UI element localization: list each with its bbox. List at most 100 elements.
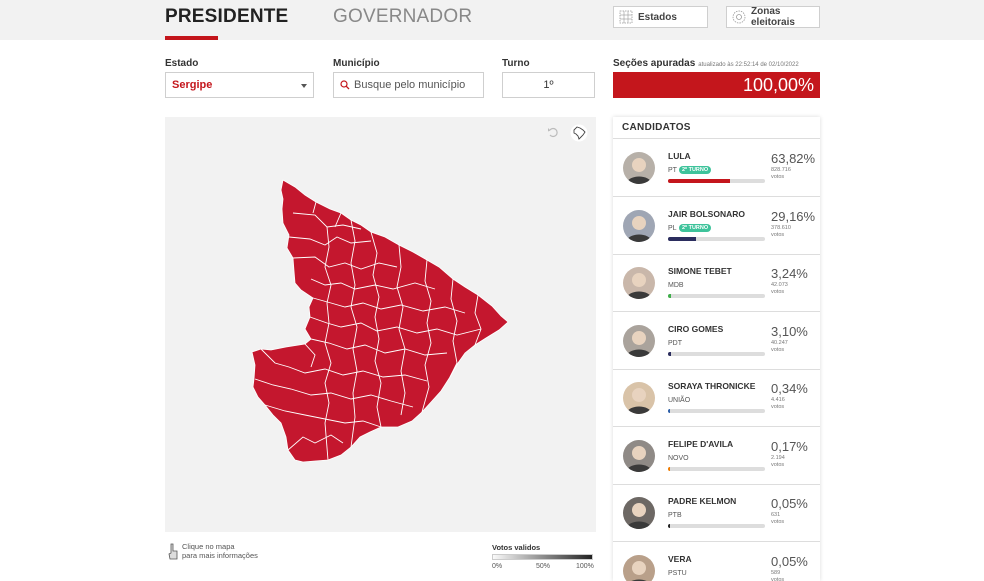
sergipe-map[interactable] <box>165 117 596 532</box>
undo-icon[interactable] <box>547 126 559 138</box>
grid-icon <box>619 10 633 24</box>
candidate-vote-bar-fill <box>668 351 671 356</box>
candidate-avatar <box>623 439 655 472</box>
legend-max: 100% <box>576 563 594 570</box>
legend-mid: 50% <box>536 563 551 570</box>
candidate-row[interactable]: SIMONE TEBET MDB 3,24% 42.073 votos <box>613 255 820 312</box>
candidate-avatar <box>623 497 655 529</box>
candidate-vote-bar <box>668 351 765 356</box>
second-round-badge: 2º TURNO <box>679 166 712 174</box>
hand-pointer-icon <box>168 543 178 560</box>
zones-icon <box>732 10 746 24</box>
person-icon <box>623 439 655 472</box>
candidate-votes-label: votos <box>771 461 785 468</box>
candidate-percentage: 0,05% <box>771 496 808 511</box>
legend-min: 0% <box>492 563 503 570</box>
legend-gradient <box>492 554 593 560</box>
candidate-percentage: 29,16% <box>771 208 816 224</box>
candidate-avatar <box>623 267 655 299</box>
candidate-avatar <box>623 209 655 242</box>
estados-button-label: Estados <box>638 11 677 23</box>
chevron-down-icon <box>301 84 307 88</box>
map-hint-line2: para mais informações <box>182 551 258 560</box>
candidate-percentage: 0,34% <box>771 381 808 396</box>
candidate-name: SIMONE TEBET <box>668 266 732 276</box>
active-tab-indicator <box>165 36 218 40</box>
candidate-row[interactable]: PADRE KELMON PTB 0,05% 631 votos <box>613 485 820 542</box>
candidate-votes-count: 828.716 <box>771 167 791 173</box>
candidate-avatar <box>623 324 655 357</box>
candidate-votes: 589 votos <box>771 570 784 581</box>
candidate-vote-bar <box>668 236 765 241</box>
candidate-vote-bar <box>668 466 765 471</box>
secoes-label: Seções apuradas atualizado às 22:52:14 de… <box>613 58 799 69</box>
top-bar <box>0 0 984 40</box>
map-panel[interactable] <box>165 117 596 532</box>
candidate-votes-label: votos <box>771 404 785 410</box>
tab-presidente[interactable]: PRESIDENTE <box>165 6 288 28</box>
person-icon <box>623 497 655 529</box>
municipio-placeholder: Busque pelo município <box>354 79 466 91</box>
candidate-name: PADRE KELMON <box>668 496 737 506</box>
candidate-name: LULA <box>668 151 691 161</box>
candidate-row[interactable]: VERA PSTU 0,05% 589 votos <box>613 543 820 581</box>
candidates-title: CANDIDATOS <box>613 117 820 139</box>
tab-governador[interactable]: GOVERNADOR <box>333 6 472 28</box>
zonas-eleitorais-button[interactable]: Zonas eleitorais <box>726 6 820 28</box>
candidate-row[interactable]: LULA PT 2º TURNO 63,82% 828.716 votos <box>613 140 820 197</box>
candidate-percentage: 3,10% <box>771 323 808 339</box>
candidate-votes-label: votos <box>771 346 785 353</box>
candidate-votes-count: 40.247 <box>771 339 788 346</box>
candidate-row[interactable]: JAIR BOLSONARO PL 2º TURNO 29,16% 378.610 vot… <box>613 198 820 255</box>
candidate-votes-label: votos <box>771 576 785 581</box>
candidate-votes-count: 2.194 <box>771 454 785 461</box>
candidate-votes-count: 4.416 <box>771 397 785 403</box>
brazil-map-icon[interactable] <box>570 124 588 142</box>
candidate-vote-bar-fill <box>668 466 670 471</box>
turno-label: Turno <box>502 58 530 69</box>
candidate-name: VERA <box>668 553 692 564</box>
candidate-votes: 2.194 votos <box>771 455 785 469</box>
municipio-label: Município <box>333 58 380 69</box>
candidate-vote-bar-fill <box>668 409 670 413</box>
secoes-label-text: Seções apuradas <box>613 58 696 69</box>
candidate-party: PDT <box>668 339 682 347</box>
map-hint: Clique no mapa para mais informações <box>182 542 258 560</box>
estado-select[interactable]: Sergipe <box>165 72 314 98</box>
person-icon <box>623 382 655 414</box>
candidate-votes: 40.247 votos <box>771 340 788 354</box>
candidate-votes-count: 631 <box>771 512 781 518</box>
candidate-party: PL <box>668 224 677 232</box>
candidate-row[interactable]: SORAYA THRONICKE UNIÃO 0,34% 4.416 votos <box>613 370 820 427</box>
candidate-votes-count: 378.610 <box>771 224 791 231</box>
secoes-updated: atualizado às 22:52:14 de 02/10/2022 <box>698 62 799 68</box>
legend-title: Votos validos <box>492 543 541 552</box>
candidate-votes-label: votos <box>771 519 785 525</box>
candidate-votes-label: votos <box>771 289 785 295</box>
secoes-apuradas-value: 100,00% <box>613 72 820 98</box>
candidate-votes-count: 42.073 <box>771 282 788 288</box>
candidate-avatar <box>623 152 655 184</box>
municipio-search-input[interactable]: Busque pelo município <box>333 72 484 98</box>
candidate-vote-bar-fill <box>668 294 672 298</box>
candidate-votes: 42.073 votos <box>771 282 788 296</box>
candidate-avatar <box>623 554 655 581</box>
candidate-row[interactable]: CIRO GOMES PDT 3,10% 40.247 votos <box>613 313 820 370</box>
candidate-vote-bar <box>668 294 765 298</box>
estados-button[interactable]: Estados <box>613 6 708 28</box>
candidate-vote-bar <box>668 409 765 413</box>
candidate-party: PT <box>668 167 677 174</box>
candidate-row[interactable]: FELIPE D'AVILA NOVO 0,17% 2.194 votos <box>613 428 820 485</box>
person-icon <box>623 209 655 242</box>
candidate-party: NOVO <box>668 454 689 462</box>
candidate-percentage: 63,82% <box>771 151 816 166</box>
candidate-party: MDB <box>668 282 684 289</box>
state-shape[interactable] <box>251 179 509 463</box>
person-icon <box>623 554 655 581</box>
candidate-votes-label: votos <box>771 231 785 238</box>
turno-select[interactable]: 1º <box>502 72 595 98</box>
candidate-votes-count: 589 <box>771 569 781 576</box>
candidate-votes: 828.716 votos <box>771 167 791 181</box>
estado-label: Estado <box>165 58 199 69</box>
candidate-vote-bar-fill <box>668 236 697 241</box>
